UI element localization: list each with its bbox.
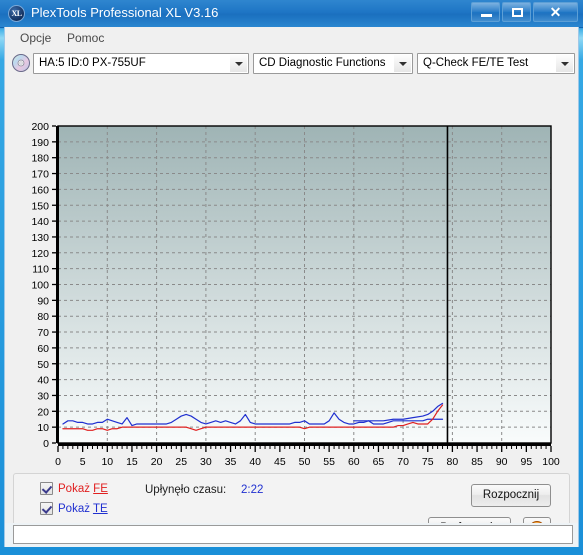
svg-text:65: 65 bbox=[373, 456, 385, 468]
svg-text:60: 60 bbox=[348, 456, 360, 468]
svg-text:200: 200 bbox=[31, 121, 49, 133]
svg-text:100: 100 bbox=[31, 280, 49, 292]
svg-text:40: 40 bbox=[249, 456, 261, 468]
svg-text:80: 80 bbox=[37, 311, 49, 323]
svg-text:10: 10 bbox=[101, 456, 113, 468]
svg-text:100: 100 bbox=[542, 456, 560, 468]
function-select[interactable]: CD Diagnostic Functions bbox=[253, 53, 413, 74]
svg-text:160: 160 bbox=[31, 184, 49, 196]
show-fe-checkbox[interactable] bbox=[40, 482, 53, 495]
svg-text:45: 45 bbox=[274, 456, 286, 468]
test-select-value: Q-Check FE/TE Test bbox=[423, 57, 529, 69]
show-te-label[interactable]: Pokaż TE bbox=[58, 503, 108, 515]
svg-text:20: 20 bbox=[37, 406, 49, 418]
svg-text:10: 10 bbox=[37, 422, 49, 434]
svg-text:75: 75 bbox=[422, 456, 434, 468]
chevron-down-icon bbox=[555, 55, 573, 72]
client-area: Opcje Pomoc HA:5 ID:0 PX-755UF CD Diagno… bbox=[4, 27, 579, 523]
svg-text:150: 150 bbox=[31, 200, 49, 212]
svg-text:30: 30 bbox=[200, 456, 212, 468]
drive-select-value: HA:5 ID:0 PX-755UF bbox=[39, 57, 146, 69]
svg-text:140: 140 bbox=[31, 216, 49, 228]
svg-text:40: 40 bbox=[37, 375, 49, 387]
maximize-icon bbox=[512, 8, 523, 17]
svg-text:20: 20 bbox=[151, 456, 163, 468]
show-te-row[interactable]: Pokaż TE bbox=[40, 502, 108, 515]
menu-item-opcje[interactable]: Opcje bbox=[15, 30, 56, 46]
chart-panel: 0 10 20 30 40 50 60 70 80 90 100 110 120 130 140 150 160… bbox=[5, 79, 578, 469]
svg-text:0: 0 bbox=[55, 456, 61, 468]
svg-text:70: 70 bbox=[37, 327, 49, 339]
plextools-xl-icon: XL bbox=[8, 5, 25, 22]
svg-text:90: 90 bbox=[496, 456, 508, 468]
svg-text:55: 55 bbox=[323, 456, 335, 468]
menu-item-pomoc[interactable]: Pomoc bbox=[62, 30, 109, 46]
svg-text:50: 50 bbox=[37, 359, 49, 371]
application-window: XL PlexTools Professional XL V3.16 ✕ Opc… bbox=[0, 0, 583, 555]
status-bar bbox=[4, 523, 579, 547]
svg-text:170: 170 bbox=[31, 169, 49, 181]
maximize-button[interactable] bbox=[502, 2, 531, 22]
elapsed-time-value: 2:22 bbox=[241, 484, 264, 496]
svg-text:85: 85 bbox=[471, 456, 483, 468]
svg-text:90: 90 bbox=[37, 295, 49, 307]
svg-text:35: 35 bbox=[225, 456, 237, 468]
show-fe-row[interactable]: Pokaż FE bbox=[40, 482, 108, 495]
elapsed-time-label: Upłynęło czasu: bbox=[145, 484, 227, 496]
minimize-icon bbox=[481, 14, 492, 17]
fe-te-chart: 0 10 20 30 40 50 60 70 80 90 100 110 120 130 140 150 160… bbox=[5, 79, 578, 469]
svg-text:70: 70 bbox=[397, 456, 409, 468]
menu-bar: Opcje Pomoc bbox=[5, 27, 578, 50]
drive-select[interactable]: HA:5 ID:0 PX-755UF bbox=[33, 53, 249, 74]
minimize-button[interactable] bbox=[471, 2, 500, 22]
show-fe-label[interactable]: Pokaż FE bbox=[58, 483, 108, 495]
svg-text:60: 60 bbox=[37, 343, 49, 355]
svg-text:190: 190 bbox=[31, 137, 49, 149]
svg-text:0: 0 bbox=[43, 438, 49, 450]
close-button[interactable]: ✕ bbox=[533, 2, 578, 22]
controls-panel: Pokaż FE Pokaż TE Upłynęło czasu: 2:22 R… bbox=[13, 473, 570, 523]
svg-text:130: 130 bbox=[31, 232, 49, 244]
svg-text:30: 30 bbox=[37, 390, 49, 402]
chevron-down-icon bbox=[393, 55, 411, 72]
svg-text:15: 15 bbox=[126, 456, 138, 468]
svg-text:120: 120 bbox=[31, 248, 49, 260]
cd-disc-icon bbox=[11, 53, 31, 73]
svg-text:95: 95 bbox=[521, 456, 533, 468]
chart-svg: 0102030405060708090100110120130140150160… bbox=[31, 121, 560, 468]
show-te-checkbox[interactable] bbox=[40, 502, 53, 515]
chevron-down-icon bbox=[229, 55, 247, 72]
test-select[interactable]: Q-Check FE/TE Test bbox=[417, 53, 575, 74]
toolbar: HA:5 ID:0 PX-755UF CD Diagnostic Functio… bbox=[5, 49, 578, 79]
svg-text:180: 180 bbox=[31, 153, 49, 165]
svg-text:25: 25 bbox=[175, 456, 187, 468]
svg-text:80: 80 bbox=[447, 456, 459, 468]
window-controls: ✕ bbox=[471, 2, 578, 22]
close-icon: ✕ bbox=[549, 4, 562, 20]
window-frame: XL PlexTools Professional XL V3.16 ✕ Opc… bbox=[0, 0, 583, 555]
status-field bbox=[13, 525, 573, 544]
svg-text:110: 110 bbox=[32, 264, 49, 276]
title-bar: XL PlexTools Professional XL V3.16 ✕ bbox=[0, 0, 583, 28]
svg-text:5: 5 bbox=[80, 456, 86, 468]
svg-text:50: 50 bbox=[299, 456, 311, 468]
window-title: PlexTools Professional XL V3.16 bbox=[31, 5, 219, 20]
start-button[interactable]: Rozpocznij bbox=[471, 484, 551, 507]
function-select-value: CD Diagnostic Functions bbox=[259, 57, 386, 69]
